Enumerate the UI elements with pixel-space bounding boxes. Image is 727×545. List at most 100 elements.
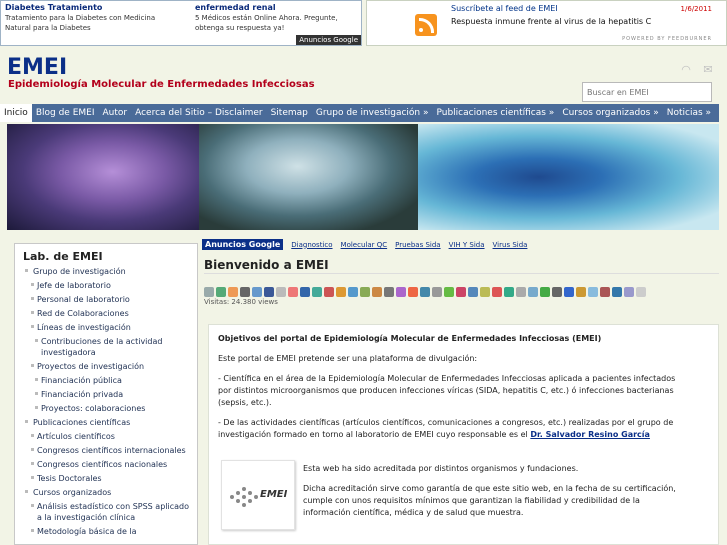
share-icon[interactable] [348,287,358,297]
feed-item-link[interactable]: Respuesta inmune frente al virus de la h… [451,17,651,26]
share-icon[interactable] [276,287,286,297]
share-icon[interactable] [564,287,574,297]
nav-item-acerca[interactable]: Acerca del Sitio – Disclaimer [131,104,266,122]
google-ads-badge[interactable]: Anuncios Google [296,35,361,45]
share-icon[interactable] [312,287,322,297]
sidebar-item[interactable]: Personal de laboratorio [15,293,197,307]
share-icon[interactable] [492,287,502,297]
sidebar-item[interactable]: Jefe de laboratorio [15,279,197,293]
share-icon[interactable] [336,287,346,297]
share-icon[interactable] [264,287,274,297]
share-icon[interactable] [204,287,214,297]
nav-item-publicaciones[interactable]: Publicaciones científicas » [433,104,559,122]
share-icon[interactable] [456,287,466,297]
page-title: Bienvenido a EMEI [204,258,329,272]
author-link[interactable]: Dr. Salvador Resino García [530,430,650,439]
share-icon[interactable] [420,287,430,297]
site-title[interactable]: EMEI [7,55,67,80]
share-icon[interactable] [612,287,622,297]
share-icon[interactable] [360,287,370,297]
sidebar-item[interactable]: Financiación pública [15,374,197,388]
sidebar-item[interactable]: Tesis Doctorales [15,472,197,486]
ad-title[interactable]: Diabetes Tratamiento [5,3,173,13]
view-counter: Visitas: 24.380 views [204,298,278,306]
share-icon[interactable] [504,287,514,297]
share-icon[interactable] [468,287,478,297]
main-content: Anuncios Google Diagnostico Molecular QC… [200,238,727,545]
sidebar-item[interactable]: Contribuciones de la actividad investiga… [15,335,197,360]
share-icon[interactable] [624,287,634,297]
share-icon[interactable] [552,287,562,297]
share-icon[interactable] [252,287,262,297]
share-icon[interactable] [384,287,394,297]
top-ad-strip: Diabetes Tratamiento Tratamiento para la… [0,0,727,46]
share-icon[interactable] [576,287,586,297]
share-icon[interactable] [300,287,310,297]
sidebar-item[interactable]: Proyectos: colaboraciones [15,402,197,416]
sidebar-item[interactable]: Publicaciones científicas [15,416,197,430]
share-icon[interactable] [228,287,238,297]
sidebar-item[interactable]: Financiación privada [15,388,197,402]
sidebar-item[interactable]: Cursos organizados [15,486,197,500]
share-icon[interactable] [528,287,538,297]
share-icon[interactable] [444,287,454,297]
sidebar-heading: Lab. de EMEI [23,250,103,263]
nav-item-blog[interactable]: Blog de EMEI [32,104,99,122]
ad-link[interactable]: Virus Sida [493,241,528,249]
rss-icon[interactable]: ◠ [679,64,693,76]
ad-link[interactable]: Diagnostico [291,241,332,249]
sidebar-item[interactable]: Proyectos de investigación [15,360,197,374]
article-paragraph: - Científica en el área de la Epidemiolo… [218,374,676,407]
feed-date: 1/6/2011 [680,5,712,13]
share-icon[interactable] [216,287,226,297]
nav-item-autor[interactable]: Autor [99,104,132,122]
share-icon[interactable] [240,287,250,297]
share-icon[interactable] [396,287,406,297]
share-icon[interactable] [516,287,526,297]
share-icon[interactable] [432,287,442,297]
share-icon[interactable] [408,287,418,297]
emei-logo-dots [230,487,260,509]
ad-link[interactable]: Pruebas Sida [395,241,440,249]
divider [204,273,719,274]
nav-item-inicio[interactable]: Inicio [0,104,32,122]
share-icon[interactable] [636,287,646,297]
share-icon[interactable] [324,287,334,297]
sidebar-item[interactable]: Congresos científicos internacionales [15,444,197,458]
rss-icon[interactable] [415,14,437,36]
sidebar-item[interactable]: Metodología básica de la [15,525,197,539]
sidebar-item[interactable]: Análisis estadístico con SPSS aplicado a… [15,500,197,525]
sidebar-item[interactable]: Líneas de investigación [15,321,197,335]
feed-title-link[interactable]: Suscríbete al feed de EMEI [451,4,558,13]
nav-item-noticias[interactable]: Noticias » [663,104,715,122]
sidebar-item[interactable]: Congresos científicos nacionales [15,458,197,472]
google-ads-badge[interactable]: Anuncios Google [202,239,284,250]
ad-item[interactable]: Diabetes Tratamiento Tratamiento para la… [5,3,173,33]
share-icon[interactable] [600,287,610,297]
ad-text: Tratamiento para la Diabetes con Medicin… [5,14,156,32]
nav-item-sitemap[interactable]: Sitemap [267,104,312,122]
sidebar-item[interactable]: Artículos científicos [15,430,197,444]
sidebar-item[interactable]: Grupo de investigación [15,265,197,279]
ad-title[interactable]: enfermedad renal [195,3,363,13]
share-icon[interactable] [540,287,550,297]
banner-image-cell [418,124,719,230]
share-icon[interactable] [372,287,382,297]
search-input[interactable] [582,82,712,102]
nav-item-cursos[interactable]: Cursos organizados » [558,104,662,122]
sidebar-item[interactable]: Red de Colaboraciones [15,307,197,321]
article-paragraph: Este portal de EMEI pretende ser una pla… [218,354,478,363]
share-icon[interactable] [480,287,490,297]
share-icon[interactable] [588,287,598,297]
share-icon[interactable] [288,287,298,297]
sidebar-menu: Grupo de investigación Jefe de laborator… [15,265,197,539]
google-ad-block[interactable]: Diabetes Tratamiento Tratamiento para la… [0,0,362,46]
accreditation-seal[interactable]: EMEI [221,460,295,530]
ad-link[interactable]: Molecular QC [341,241,388,249]
header-banner [7,124,719,230]
mail-icon[interactable]: ✉ [701,64,715,76]
ad-link[interactable]: VIH Y Sida [449,241,485,249]
ad-item[interactable]: enfermedad renal 5 Médicos están Online … [195,3,363,33]
nav-item-grupo[interactable]: Grupo de investigación » [312,104,433,122]
banner-image-cell [7,124,199,230]
